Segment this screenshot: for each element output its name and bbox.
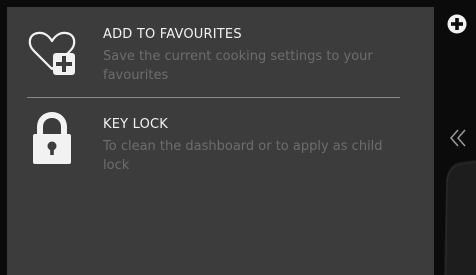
plus-circle-icon[interactable] [447, 14, 467, 34]
favourites-description: Save the current cooking settings to you… [103, 49, 373, 83]
oven-screen: ADD TO FAVOURITES Save the current cooki… [0, 0, 476, 275]
options-menu-panel: ADD TO FAVOURITES Save the current cooki… [7, 7, 434, 275]
key-lock-title: KEY LOCK [103, 117, 169, 132]
key-lock-description: To clean the dashboard or to apply as ch… [103, 139, 383, 173]
menu-item-add-to-favourites[interactable]: ADD TO FAVOURITES Save the current cooki… [7, 7, 434, 97]
double-chevron-left-icon[interactable] [448, 126, 476, 150]
menu-item-key-lock[interactable]: KEY LOCK To clean the dashboard or to ap… [7, 97, 434, 177]
heart-plus-icon [25, 25, 79, 79]
side-panel-edge [444, 160, 476, 275]
favourites-title: ADD TO FAVOURITES [103, 27, 242, 42]
padlock-icon [25, 111, 79, 165]
